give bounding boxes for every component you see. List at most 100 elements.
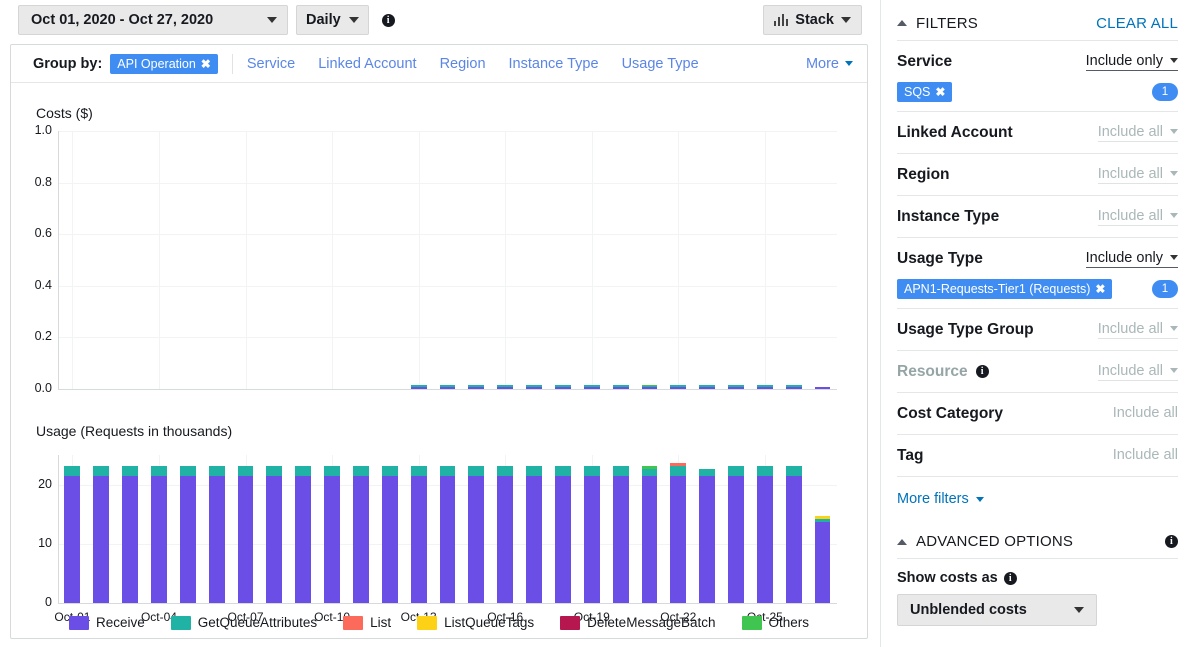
bar-usage-Oct-10[interactable] [324,465,341,603]
group-by-option-region[interactable]: Region [440,56,486,72]
stack-button[interactable]: Stack [762,5,862,35]
bar-usage-Oct-09[interactable] [295,465,312,603]
filter-row-instance-type: Instance Type Include all [897,196,1178,237]
info-icon[interactable]: i [975,364,989,378]
bar-usage-Oct-01[interactable] [64,465,81,603]
bar-usage-Oct-05[interactable] [179,465,196,603]
bar-usage-Oct-20[interactable] [612,465,629,603]
bar-usage-Oct-13[interactable] [410,465,427,603]
bar-usage-Oct-14[interactable] [439,465,456,603]
bar-usage-Oct-27[interactable] [814,515,831,603]
bar-usage-Oct-23[interactable] [699,468,716,603]
bar-usage-Oct-07[interactable] [237,465,254,603]
bar-costs-Oct-19[interactable] [583,385,600,389]
filter-value-select[interactable]: Include all [1097,124,1178,142]
filter-value-select[interactable]: Include only [1085,53,1178,71]
filter-name: Region [897,165,950,183]
bar-segment-GetQueueAttributes [785,465,802,476]
filter-value-label: Include all [1097,165,1163,182]
bar-costs-Oct-16[interactable] [497,385,514,389]
group-by-option-linked-account[interactable]: Linked Account [318,56,416,72]
legend-item-others[interactable]: Others [741,615,809,630]
filter-value-select[interactable]: Include all [1097,321,1178,339]
filter-value-select[interactable]: Include all [1113,447,1178,464]
legend-item-listqueuetags[interactable]: ListQueueTags [417,615,534,630]
bar-usage-Oct-26[interactable] [785,465,802,603]
bar-usage-Oct-12[interactable] [381,465,398,603]
bar-costs-Oct-27[interactable] [814,386,831,389]
bar-segment-Receive [497,386,514,389]
filter-value-select[interactable]: Include all [1097,208,1178,226]
bar-usage-Oct-21[interactable] [641,466,658,603]
bar-usage-Oct-22[interactable] [670,463,687,603]
bar-usage-Oct-03[interactable] [122,465,139,603]
bar-usage-Oct-02[interactable] [93,465,110,603]
group-by-option-instance-type[interactable]: Instance Type [509,56,599,72]
advanced-options-toggle[interactable]: ADVANCED OPTIONS [897,533,1073,550]
group-by-chip-api-operation[interactable]: API Operation ✖ [110,53,218,74]
bar-segment-Receive [756,475,773,603]
close-icon[interactable]: ✖ [935,85,945,99]
chevron-down-icon [1170,129,1178,134]
group-by-option-usage-type[interactable]: Usage Type [622,56,699,72]
bar-segment-Receive [583,475,600,603]
gridline [58,182,837,184]
bar-usage-Oct-15[interactable] [468,465,485,603]
bar-costs-Oct-14[interactable] [439,385,456,389]
bar-segment-Receive [439,475,456,603]
date-range-picker[interactable]: Oct 01, 2020 - Oct 27, 2020 [18,5,288,35]
bar-costs-Oct-22[interactable] [670,384,687,389]
close-icon[interactable]: ✖ [201,57,211,71]
bar-usage-Oct-16[interactable] [497,465,514,603]
filter-value-select[interactable]: Include all [1097,363,1178,381]
bar-costs-Oct-24[interactable] [728,385,744,389]
legend-label: GetQueueAttributes [197,615,318,630]
bar-usage-Oct-25[interactable] [756,465,773,603]
bar-usage-Oct-08[interactable] [266,465,283,603]
bar-costs-Oct-15[interactable] [468,385,485,389]
filter-chip-sqs[interactable]: SQS ✖ [897,82,953,102]
legend-item-deletemessagebatch[interactable]: DeleteMessageBatch [560,615,716,630]
gridline [58,285,837,287]
bar-usage-Oct-19[interactable] [583,465,600,603]
bar-usage-Oct-04[interactable] [151,465,167,603]
filter-row-service: Service Include only [897,41,1178,82]
filters-collapse-toggle[interactable]: FILTERS [897,15,978,32]
bar-usage-Oct-18[interactable] [554,465,571,603]
bar-costs-Oct-20[interactable] [612,385,629,389]
bar-segment-Receive [554,386,571,389]
granularity-picker[interactable]: Daily [296,5,369,35]
bar-costs-Oct-25[interactable] [756,385,773,389]
bar-segment-GetQueueAttributes [122,465,139,476]
bar-costs-Oct-17[interactable] [526,385,542,389]
info-icon[interactable]: i [1003,571,1017,585]
legend-item-receive[interactable]: Receive [68,615,145,630]
bar-usage-Oct-06[interactable] [208,465,225,603]
clear-all-button[interactable]: CLEAR ALL [1096,15,1178,32]
bar-costs-Oct-26[interactable] [785,385,802,389]
bar-segment-Receive [93,475,110,603]
more-filters-button[interactable]: More filters [897,491,1178,507]
bar-usage-Oct-17[interactable] [526,465,542,603]
info-icon[interactable]: i [381,13,395,27]
bar-segment-Receive [410,386,427,389]
info-icon[interactable]: i [1165,535,1178,548]
bar-segment-GetQueueAttributes [439,465,456,476]
bar-costs-Oct-21[interactable] [641,385,658,389]
close-icon[interactable]: ✖ [1095,282,1105,296]
group-by-option-service[interactable]: Service [247,56,295,72]
bar-costs-Oct-23[interactable] [699,385,716,389]
filter-value-select[interactable]: Include only [1085,250,1178,268]
filter-value-select[interactable]: Include all [1097,165,1178,184]
show-costs-as-select[interactable]: Unblended costs [897,594,1097,626]
bar-usage-Oct-11[interactable] [353,465,369,603]
legend-item-getqueueattributes[interactable]: GetQueueAttributes [170,615,318,630]
group-by-more-button[interactable]: More [806,56,853,72]
y-axis-tick-label: 20 [38,476,52,491]
bar-usage-Oct-24[interactable] [728,465,744,603]
filter-chip-apn1-requests-tier1-requests[interactable]: APN1-Requests-Tier1 (Requests) ✖ [897,279,1113,299]
filter-value-select[interactable]: Include all [1113,405,1178,422]
legend-item-list[interactable]: List [343,615,391,630]
bar-costs-Oct-18[interactable] [554,385,571,389]
bar-costs-Oct-13[interactable] [410,385,427,389]
